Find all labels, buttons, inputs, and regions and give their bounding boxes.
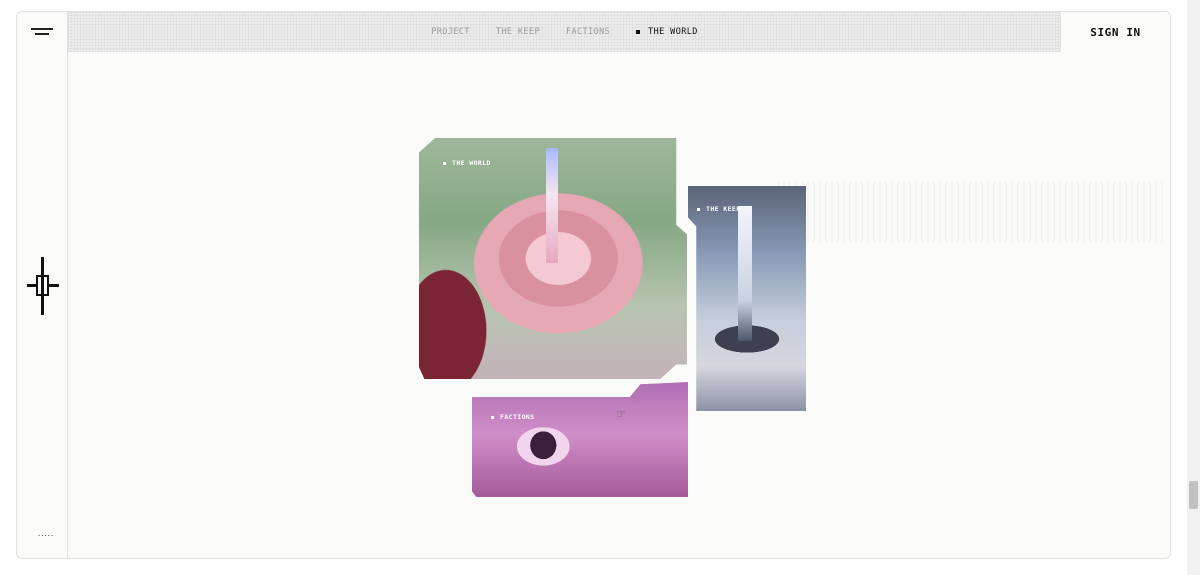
factions-panel-label-text: FACTIONS: [500, 413, 535, 421]
nav-item-label: FACTIONS: [565, 27, 611, 37]
sidebar: .....: [17, 52, 68, 558]
nav-item-project[interactable]: PROJECT: [431, 27, 470, 37]
keep-panel-label-text: THE KEEP: [706, 205, 741, 213]
sign-in-button[interactable]: SIGN IN: [1060, 12, 1170, 52]
nav-item-label: PROJECT: [431, 27, 470, 37]
nav-item-factions[interactable]: FACTIONS: [566, 27, 610, 37]
world-panel[interactable]: THE WORLD: [419, 138, 687, 379]
hand-cursor-icon: ☞: [617, 407, 625, 422]
crosshair-icon: [27, 257, 59, 315]
nav-item-the-world[interactable]: THE WORLD: [636, 27, 698, 37]
scrollbar-thumb[interactable]: [1189, 481, 1198, 509]
nav-strip: PROJECT THE KEEP FACTIONS THE WORLD: [68, 12, 1061, 52]
main-nav: PROJECT THE KEEP FACTIONS THE WORLD: [68, 12, 1061, 52]
factions-panel-label: FACTIONS: [491, 413, 535, 421]
scrollbar[interactable]: [1187, 0, 1200, 575]
world-panel-label-text: THE WORLD: [452, 159, 491, 167]
dots-indicator: .....: [37, 530, 54, 538]
active-indicator-icon: [636, 30, 641, 34]
world-panel-label: THE WORLD: [443, 159, 491, 167]
nav-item-label: THE WORLD: [648, 27, 698, 37]
label-square-icon: [697, 207, 700, 211]
nav-item-label: THE KEEP: [495, 27, 540, 37]
menu-button[interactable]: [17, 12, 68, 52]
keep-panel-label: THE KEEP: [697, 205, 741, 213]
nav-item-the-keep[interactable]: THE KEEP: [496, 27, 540, 37]
world-spire-illustration: [546, 148, 558, 263]
keep-panel[interactable]: THE KEEP: [688, 186, 806, 411]
background-texture: [777, 182, 1167, 242]
page-frame: PROJECT THE KEEP FACTIONS THE WORLD SIGN…: [16, 11, 1171, 559]
label-square-icon: [491, 415, 494, 419]
top-bar: PROJECT THE KEEP FACTIONS THE WORLD SIGN…: [17, 12, 1170, 52]
keep-tower-illustration: [738, 206, 752, 341]
label-square-icon: [443, 161, 446, 165]
factions-panel[interactable]: FACTIONS: [472, 382, 688, 497]
